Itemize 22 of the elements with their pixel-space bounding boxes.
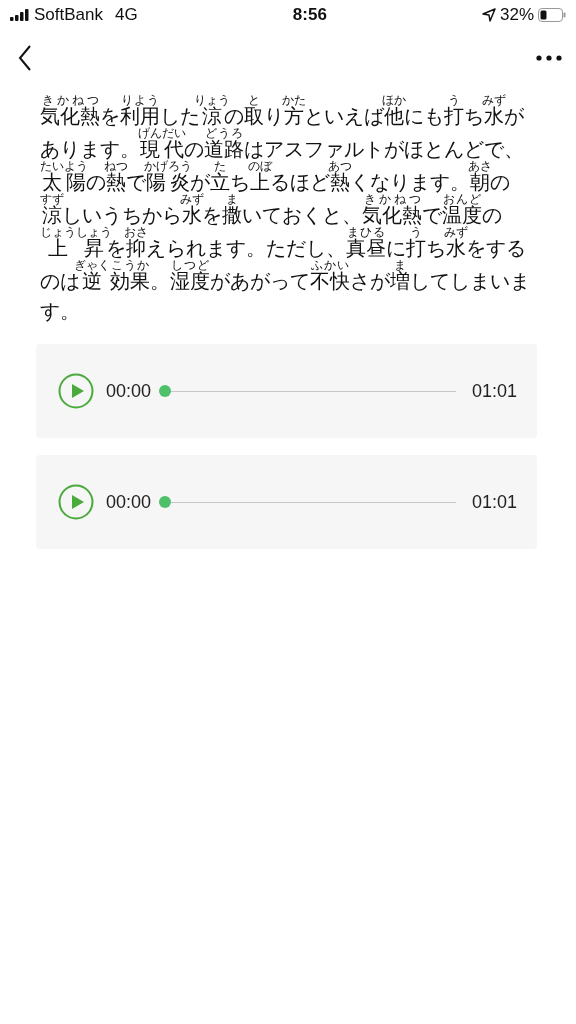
location-arrow-icon — [481, 8, 496, 22]
back-icon — [18, 45, 32, 71]
battery-percent: 32% — [499, 4, 534, 27]
play-button[interactable] — [58, 484, 94, 520]
play-icon — [58, 484, 94, 520]
play-icon — [58, 373, 94, 409]
status-time: 8:56 — [292, 5, 327, 25]
current-time: 00:00 — [106, 379, 152, 403]
play-button[interactable] — [58, 373, 94, 409]
carrier-name: SoftBank — [34, 4, 103, 27]
back-button[interactable] — [18, 45, 32, 71]
total-time: 01:01 — [471, 490, 517, 514]
current-time: 00:00 — [106, 490, 152, 514]
signal-icon — [10, 9, 30, 21]
more-icon — [536, 55, 562, 61]
article-text: 気化熱 きかねつ を利用 りよう した 涼 りょう の取 と り 方 かた といえば他 ほか にも打 う ち水 みず が あります。現代 げんだい の道路 どうろ はアスファルトがほとんどで、 太陽 たいよう の熱 ねつ で陽炎 かげろう が立 た ち上 のぼ るほど熱 あつ くなります。朝 あさ の 涼 すず しいうちから水 みず を撒 ま いておくと、気化熱 きかねつ で温度 おんど の 上 じょう 昇 しょう を抑 おさ えられます。ただし、真昼 まひる に打 う ち水 みず をする のは逆 ぎゃく 効果 こうか 。湿度 しつど があがって不快 ふかい さが増 ま してしまいま す。 — [39, 94, 531, 324]
progress-thumb[interactable] — [159, 496, 172, 508]
total-time: 01:01 — [471, 379, 517, 403]
more-button[interactable] — [536, 55, 562, 61]
progress-thumb[interactable] — [159, 385, 172, 397]
network-type: 4G — [115, 4, 138, 27]
battery-icon — [538, 8, 566, 22]
